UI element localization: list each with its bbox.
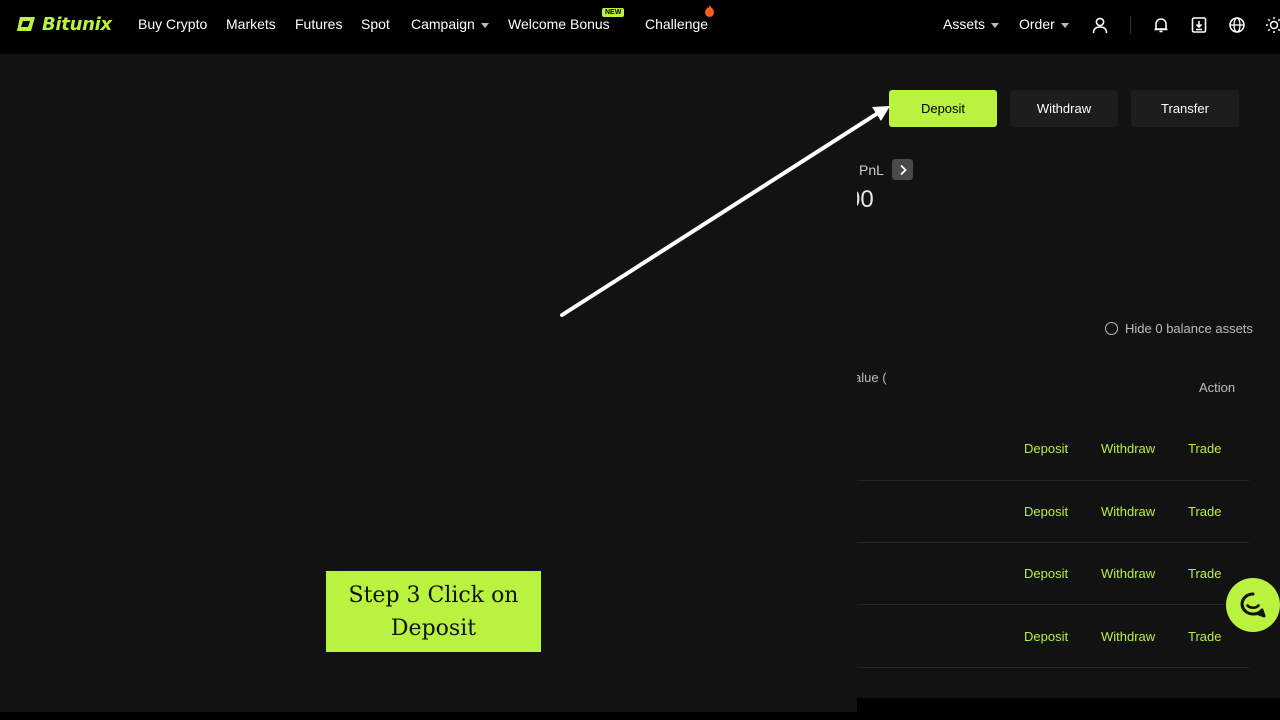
step-annotation: Step 3 Click on Deposit xyxy=(326,571,541,652)
live-chat-button[interactable] xyxy=(1226,578,1280,632)
chat-icon xyxy=(1240,592,1266,618)
tutorial-arrow-icon xyxy=(560,106,890,317)
step-annotation-line2: Deposit xyxy=(390,615,477,641)
step-annotation-line1: Step 3 Click on xyxy=(348,582,519,608)
